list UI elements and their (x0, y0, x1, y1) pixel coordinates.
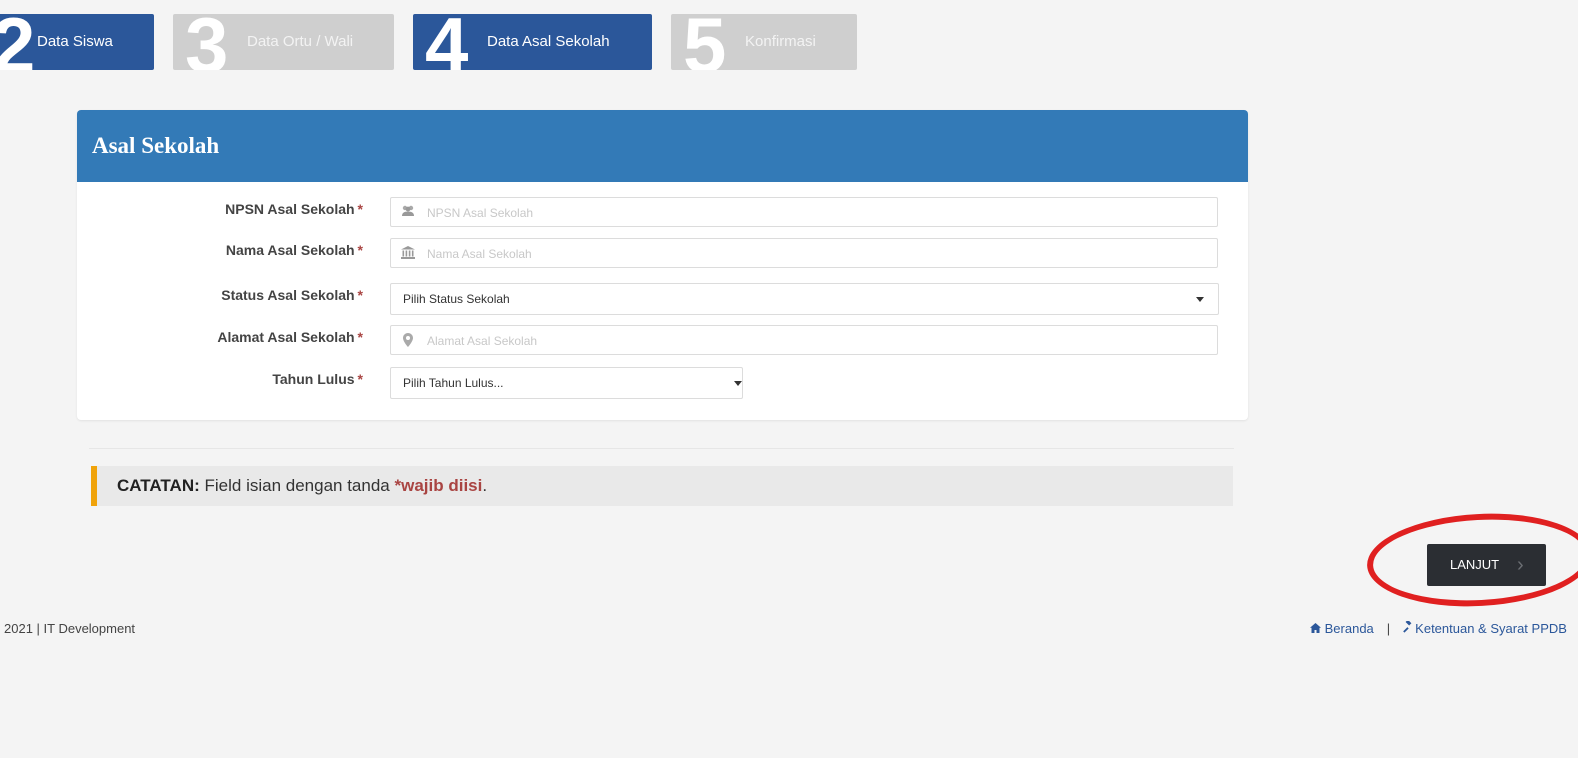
status-select[interactable]: Pilih Status Sekolah (390, 283, 1219, 315)
step-number: 5 (683, 14, 727, 70)
tahun-row: Tahun Lulus * Pilih Tahun Lulus... (77, 367, 1248, 399)
required-mark: * (357, 371, 363, 387)
note-required-text: *wajib diisi (394, 476, 483, 495)
step-data-siswa[interactable]: 2 Data Siswa (0, 14, 154, 70)
alamat-label: Alamat Asal Sekolah * (217, 329, 363, 345)
footer-separator: | (1386, 621, 1391, 636)
ketentuan-link[interactable]: Ketentuan & Syarat PPDB (1403, 619, 1567, 636)
step-label: Data Siswa (37, 33, 113, 50)
asal-sekolah-panel: Asal Sekolah NPSN Asal Sekolah* Nama Asa… (77, 110, 1248, 420)
step-number: 4 (425, 14, 469, 70)
status-row: Status Asal Sekolah * Pilih Status Sekola… (77, 283, 1248, 315)
step-data-asal-sekolah[interactable]: 4 Data Asal Sekolah (413, 14, 652, 70)
footer-links: Beranda | Ketentuan & Syarat PPDB (1310, 619, 1567, 638)
status-label: Status Asal Sekolah * (221, 287, 363, 303)
step-label: Data Ortu / Wali (247, 33, 354, 50)
npsn-field[interactable] (390, 197, 1218, 228)
nama-label: Nama Asal Sekolah * (225, 242, 363, 258)
home-icon (1310, 621, 1321, 636)
institution-icon (401, 246, 415, 260)
nama-row: Nama Asal Sekolah * (77, 238, 1248, 270)
note-text: Field isian dengan tanda (199, 476, 395, 495)
ketentuan-label: Ketentuan & Syarat PPDB (1415, 621, 1567, 636)
step-number: 3 (185, 14, 229, 70)
alamat-field[interactable] (390, 325, 1218, 356)
users-icon (401, 205, 415, 219)
note-title: CATATAN: (117, 476, 200, 495)
chevron-down-icon (734, 381, 742, 386)
gavel-icon (1403, 619, 1415, 636)
npsn-label: NPSN Asal Sekolah * (225, 201, 363, 217)
step-konfirmasi[interactable]: 5 Konfirmasi (671, 14, 857, 70)
beranda-link[interactable]: Beranda (1310, 621, 1374, 636)
footer-copyright: 2021 | IT Development (4, 621, 136, 636)
lanjut-button[interactable]: LANJUT › (1427, 544, 1546, 586)
nama-input[interactable] (425, 239, 1189, 269)
step-label: Data Asal Sekolah (487, 33, 610, 50)
status-selected-value: Pilih Status Sekolah (403, 292, 510, 306)
note-end: . (482, 476, 488, 495)
panel-title: Asal Sekolah (77, 110, 1248, 182)
npsn-row: NPSN Asal Sekolah * (77, 197, 1248, 229)
required-mark: * (357, 329, 363, 345)
npsn-input[interactable] (425, 198, 1189, 228)
divider (89, 448, 1234, 449)
step-data-ortu-wali[interactable]: 3 Data Ortu / Wali (173, 14, 394, 70)
lanjut-label: LANJUT (1450, 557, 1500, 572)
chevron-right-icon: › (1517, 554, 1524, 576)
alamat-input[interactable] (425, 326, 1189, 356)
tahun-select[interactable]: Pilih Tahun Lulus... (390, 367, 743, 399)
map-marker-icon (401, 333, 415, 347)
required-mark: * (357, 242, 363, 258)
step-label: Konfirmasi (745, 33, 816, 50)
step-number: 2 (0, 14, 36, 70)
chevron-down-icon (1196, 297, 1204, 302)
required-mark: * (357, 287, 363, 303)
beranda-label: Beranda (1324, 621, 1374, 636)
tahun-label: Tahun Lulus * (272, 371, 363, 387)
tahun-selected-value: Pilih Tahun Lulus... (403, 376, 504, 390)
alamat-row: Alamat Asal Sekolah * (77, 325, 1248, 357)
required-mark: * (357, 201, 363, 217)
note-callout: CATATAN: Field isian dengan tanda *wajib… (91, 466, 1233, 506)
nama-field[interactable] (390, 238, 1218, 269)
